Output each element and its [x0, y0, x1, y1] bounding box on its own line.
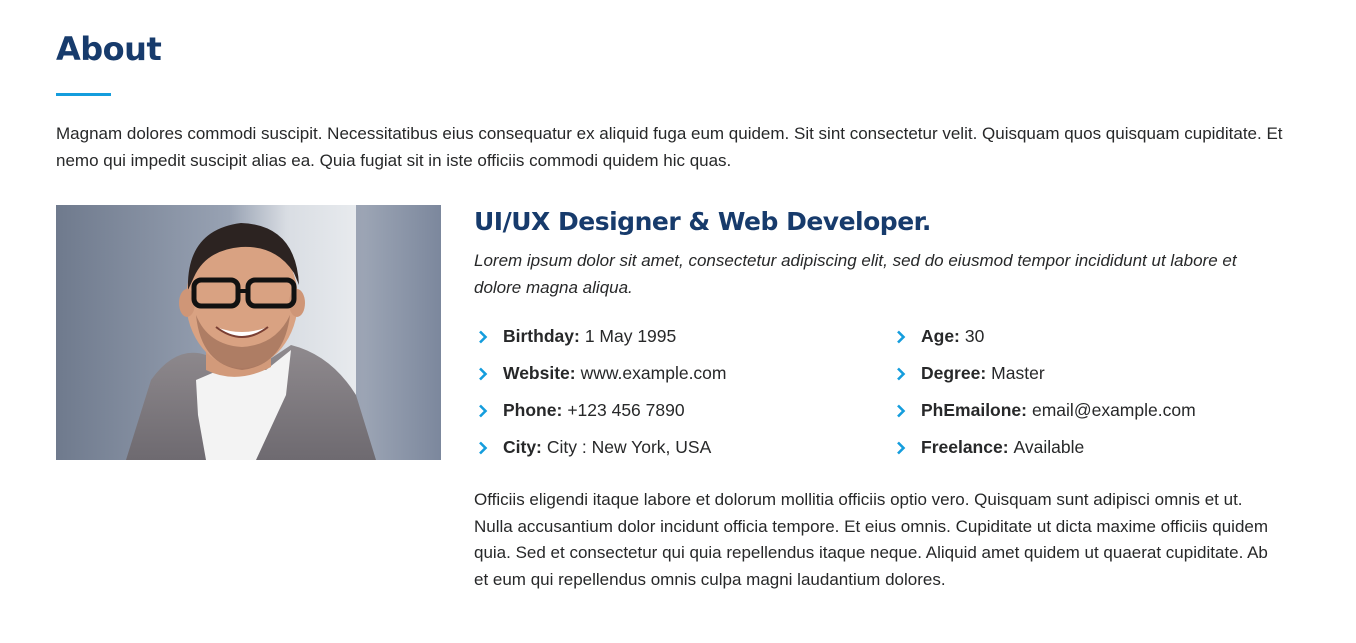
role-title: UI/UX Designer & Web Developer.	[474, 207, 931, 236]
details-right-column: Age: 30 Degree: Master PhEmailone: email…	[896, 318, 1196, 466]
detail-age: Age: 30	[896, 318, 1196, 355]
chevron-right-icon	[896, 441, 921, 455]
detail-label: Phone:	[503, 400, 563, 420]
chevron-right-icon	[478, 441, 503, 455]
detail-label: City:	[503, 437, 542, 457]
about-content: UI/UX Designer & Web Developer. Lorem ip…	[474, 205, 1284, 589]
detail-website: Website: www.example.com	[478, 355, 727, 392]
detail-freelance: Freelance: Available	[896, 429, 1196, 466]
chevron-right-icon	[478, 330, 503, 344]
detail-value: +123 456 7890	[567, 400, 685, 420]
detail-label: PhEmailone:	[921, 400, 1027, 420]
role-lead: Lorem ipsum dolor sit amet, consectetur …	[474, 251, 1237, 297]
detail-value: email@example.com	[1032, 400, 1196, 420]
detail-birthday: Birthday: 1 May 1995	[478, 318, 727, 355]
chevron-right-icon	[896, 330, 921, 344]
detail-label: Website:	[503, 363, 576, 383]
about-outro: Officiis eligendi itaque labore et dolor…	[474, 490, 1269, 589]
detail-label: Degree:	[921, 363, 987, 383]
section-title: About	[56, 30, 162, 68]
detail-value: Available	[1013, 437, 1085, 457]
detail-value: 30	[964, 326, 985, 346]
detail-city: City: City : New York, USA	[478, 429, 727, 466]
details-left-column: Birthday: 1 May 1995 Website: www.exampl…	[478, 318, 727, 466]
detail-value: www.example.com	[580, 363, 727, 383]
chevron-right-icon	[896, 367, 921, 381]
detail-label: Birthday:	[503, 326, 580, 346]
detail-label: Age:	[921, 326, 960, 346]
detail-phone: Phone: +123 456 7890	[478, 392, 727, 429]
chevron-right-icon	[896, 404, 921, 418]
chevron-right-icon	[478, 367, 503, 381]
detail-value: City : New York, USA	[546, 437, 712, 457]
detail-value: Master	[991, 363, 1045, 383]
detail-email: PhEmailone: email@example.com	[896, 392, 1196, 429]
about-intro: Magnam dolores commodi suscipit. Necessi…	[56, 124, 1283, 170]
profile-photo	[56, 205, 441, 460]
detail-degree: Degree: Master	[896, 355, 1196, 392]
title-underline	[56, 93, 111, 96]
chevron-right-icon	[478, 404, 503, 418]
detail-label: Freelance:	[921, 437, 1009, 457]
detail-value: 1 May 1995	[584, 326, 677, 346]
